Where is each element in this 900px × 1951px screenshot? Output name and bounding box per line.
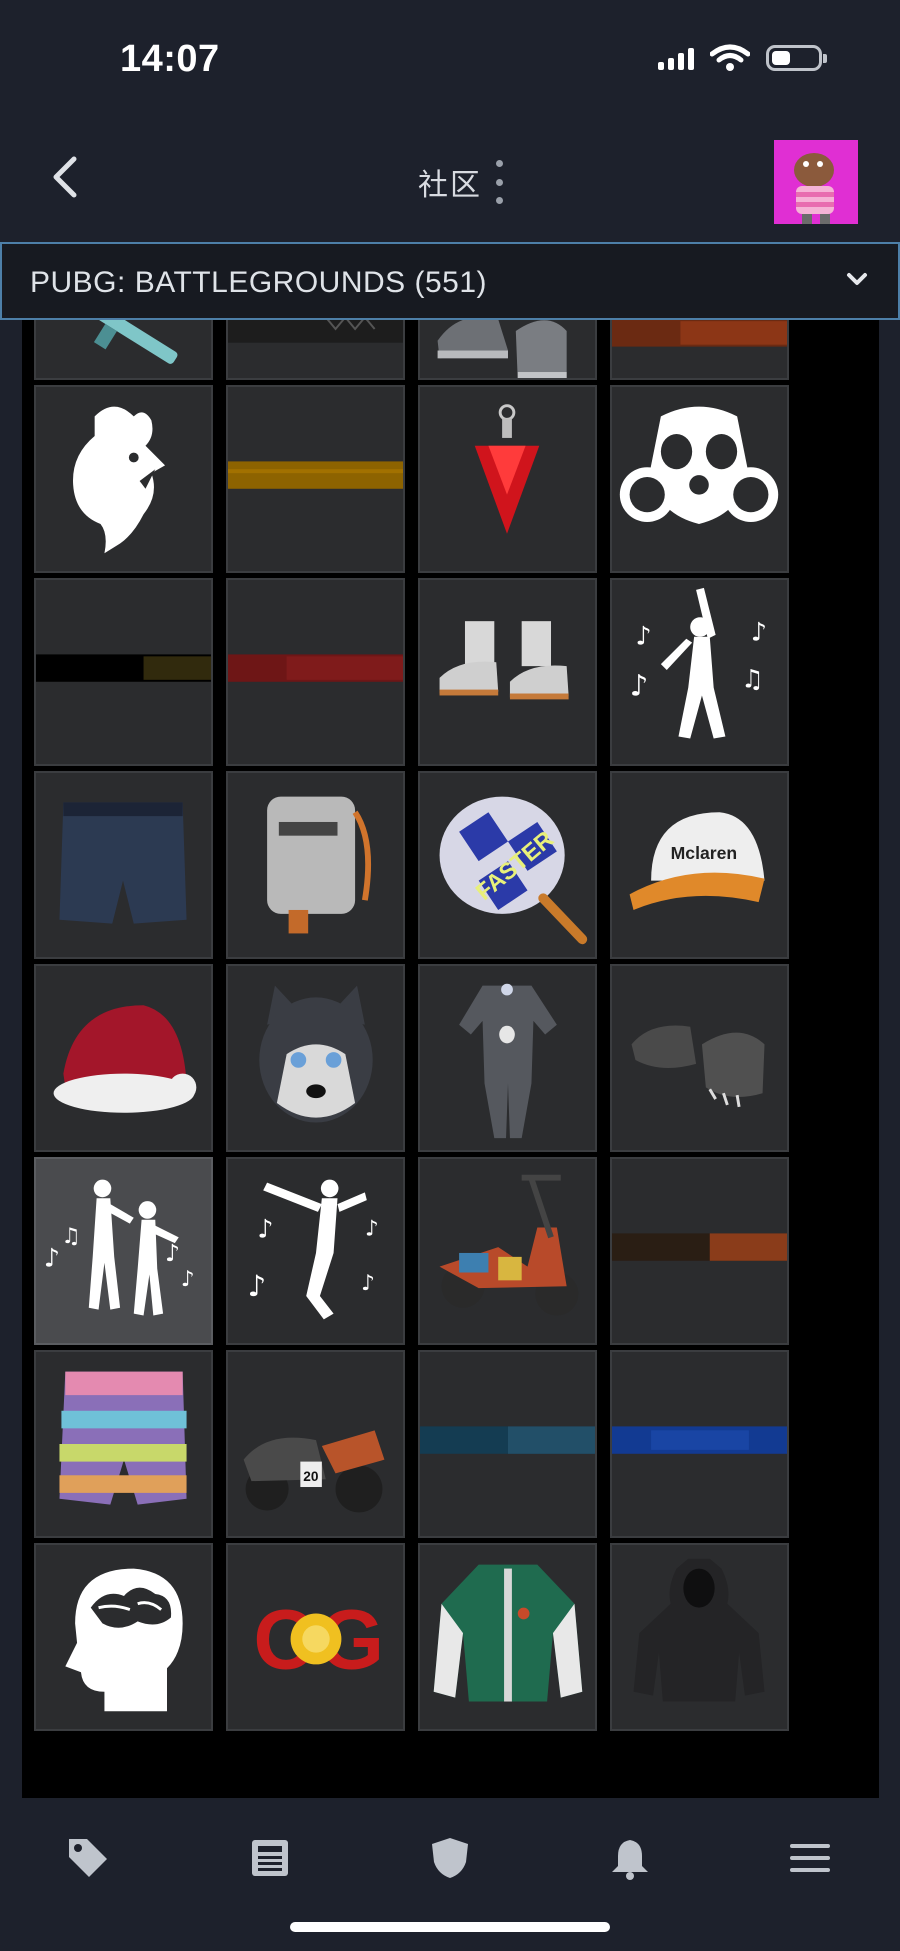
item-orange-stripe-banner[interactable] — [610, 1157, 789, 1345]
home-indicator — [290, 1922, 610, 1932]
news-icon — [252, 1840, 288, 1876]
svg-text:♪: ♪ — [361, 1271, 375, 1296]
page-title: 社区 — [418, 169, 482, 202]
item-gray-sneakers[interactable] — [418, 320, 597, 380]
nav-header: 社区 — [0, 120, 900, 242]
item-duo-dance-emote[interactable]: ♪ ♫ ♪ ♪ — [34, 1157, 213, 1345]
item-faster-pan[interactable]: FASTER — [418, 771, 597, 959]
item-dance-emote[interactable]: ♪ ♪ ♪ ♫ — [610, 578, 789, 766]
status-icons — [658, 44, 827, 72]
item-husky-mask[interactable] — [226, 964, 405, 1152]
item-orange-banner[interactable] — [610, 320, 789, 380]
item-gas-mask-emblem[interactable] — [610, 385, 789, 573]
inventory-grid: ♪ ♪ ♪ ♫ FASTER Mclaren ♪ ♫ ♪ ♪ ♪ ♪ ♪ ♪ 2… — [34, 320, 789, 1731]
svg-text:♪: ♪ — [630, 668, 649, 702]
svg-text:♪: ♪ — [751, 617, 767, 647]
item-white-orange-sneakers[interactable] — [418, 578, 597, 766]
game-selector[interactable]: PUBG: BATTLEGROUNDS (551) — [0, 242, 900, 320]
item-santa-hat[interactable] — [34, 964, 213, 1152]
tab-store[interactable] — [58, 1828, 118, 1888]
item-teal-banner[interactable] — [418, 1350, 597, 1538]
item-green-varsity-jacket[interactable] — [418, 1543, 597, 1731]
item-mclaren-cap[interactable]: Mclaren — [610, 771, 789, 959]
tab-menu[interactable] — [780, 1828, 840, 1888]
item-gold-banner[interactable] — [226, 385, 405, 573]
svg-text:♪: ♪ — [181, 1267, 195, 1292]
battery-icon — [766, 45, 827, 71]
item-blue-banner[interactable] — [610, 1350, 789, 1538]
item-brain-head-emblem[interactable] — [34, 1543, 213, 1731]
item-og-fist-sticker[interactable]: OG — [226, 1543, 405, 1731]
bottom-tab-bar — [0, 1798, 900, 1951]
item-red-banner[interactable] — [226, 578, 405, 766]
svg-text:Mclaren: Mclaren — [671, 843, 737, 863]
more-options-button[interactable] — [484, 160, 514, 204]
item-denim-shorts[interactable] — [34, 771, 213, 959]
svg-text:♪: ♪ — [635, 621, 651, 651]
menu-icon — [790, 1844, 830, 1872]
svg-text:♪: ♪ — [165, 1239, 180, 1267]
svg-text:♪: ♪ — [365, 1216, 379, 1241]
inventory-panel: ♪ ♪ ♪ ♫ FASTER Mclaren ♪ ♫ ♪ ♪ ♪ ♪ ♪ ♪ 2… — [22, 320, 879, 1798]
item-black-hoodie[interactable] — [610, 1543, 789, 1731]
item-monster-gloves[interactable] — [610, 964, 789, 1152]
tab-notifications[interactable] — [600, 1828, 660, 1888]
item-dark-banner[interactable] — [226, 320, 405, 380]
item-red-pendant[interactable] — [418, 385, 597, 573]
signal-icon — [658, 46, 694, 70]
status-time: 14:07 — [120, 38, 220, 80]
svg-text:♪: ♪ — [257, 1213, 273, 1243]
status-bar: 14:07 — [0, 0, 900, 120]
svg-text:20: 20 — [303, 1469, 319, 1484]
item-tie-dye-shorts[interactable] — [34, 1350, 213, 1538]
item-patchwork-scooter[interactable] — [418, 1157, 597, 1345]
game-selector-label: PUBG: BATTLEGROUNDS (551) — [30, 266, 488, 299]
shield-icon — [432, 1838, 468, 1878]
bell-icon — [612, 1840, 648, 1880]
item-sidecar-motorcycle[interactable]: 20 — [226, 1350, 405, 1538]
chevron-down-icon — [847, 273, 867, 285]
svg-text:♪: ♪ — [248, 1269, 267, 1303]
item-black-gold-banner[interactable] — [34, 578, 213, 766]
svg-text:♪: ♪ — [44, 1243, 60, 1273]
wifi-icon — [710, 44, 750, 71]
item-backpack[interactable] — [226, 771, 405, 959]
tab-guard[interactable] — [420, 1828, 480, 1888]
item-rifle-skin[interactable] — [34, 320, 213, 380]
item-gray-jumpsuit[interactable] — [418, 964, 597, 1152]
svg-text:♫: ♫ — [741, 664, 764, 694]
avatar[interactable] — [774, 140, 858, 224]
svg-text:♫: ♫ — [61, 1224, 80, 1249]
tag-icon — [69, 1839, 107, 1877]
item-rooster-emblem[interactable] — [34, 385, 213, 573]
tab-news[interactable] — [240, 1828, 300, 1888]
item-jump-dance-emote[interactable]: ♪ ♪ ♪ ♪ — [226, 1157, 405, 1345]
